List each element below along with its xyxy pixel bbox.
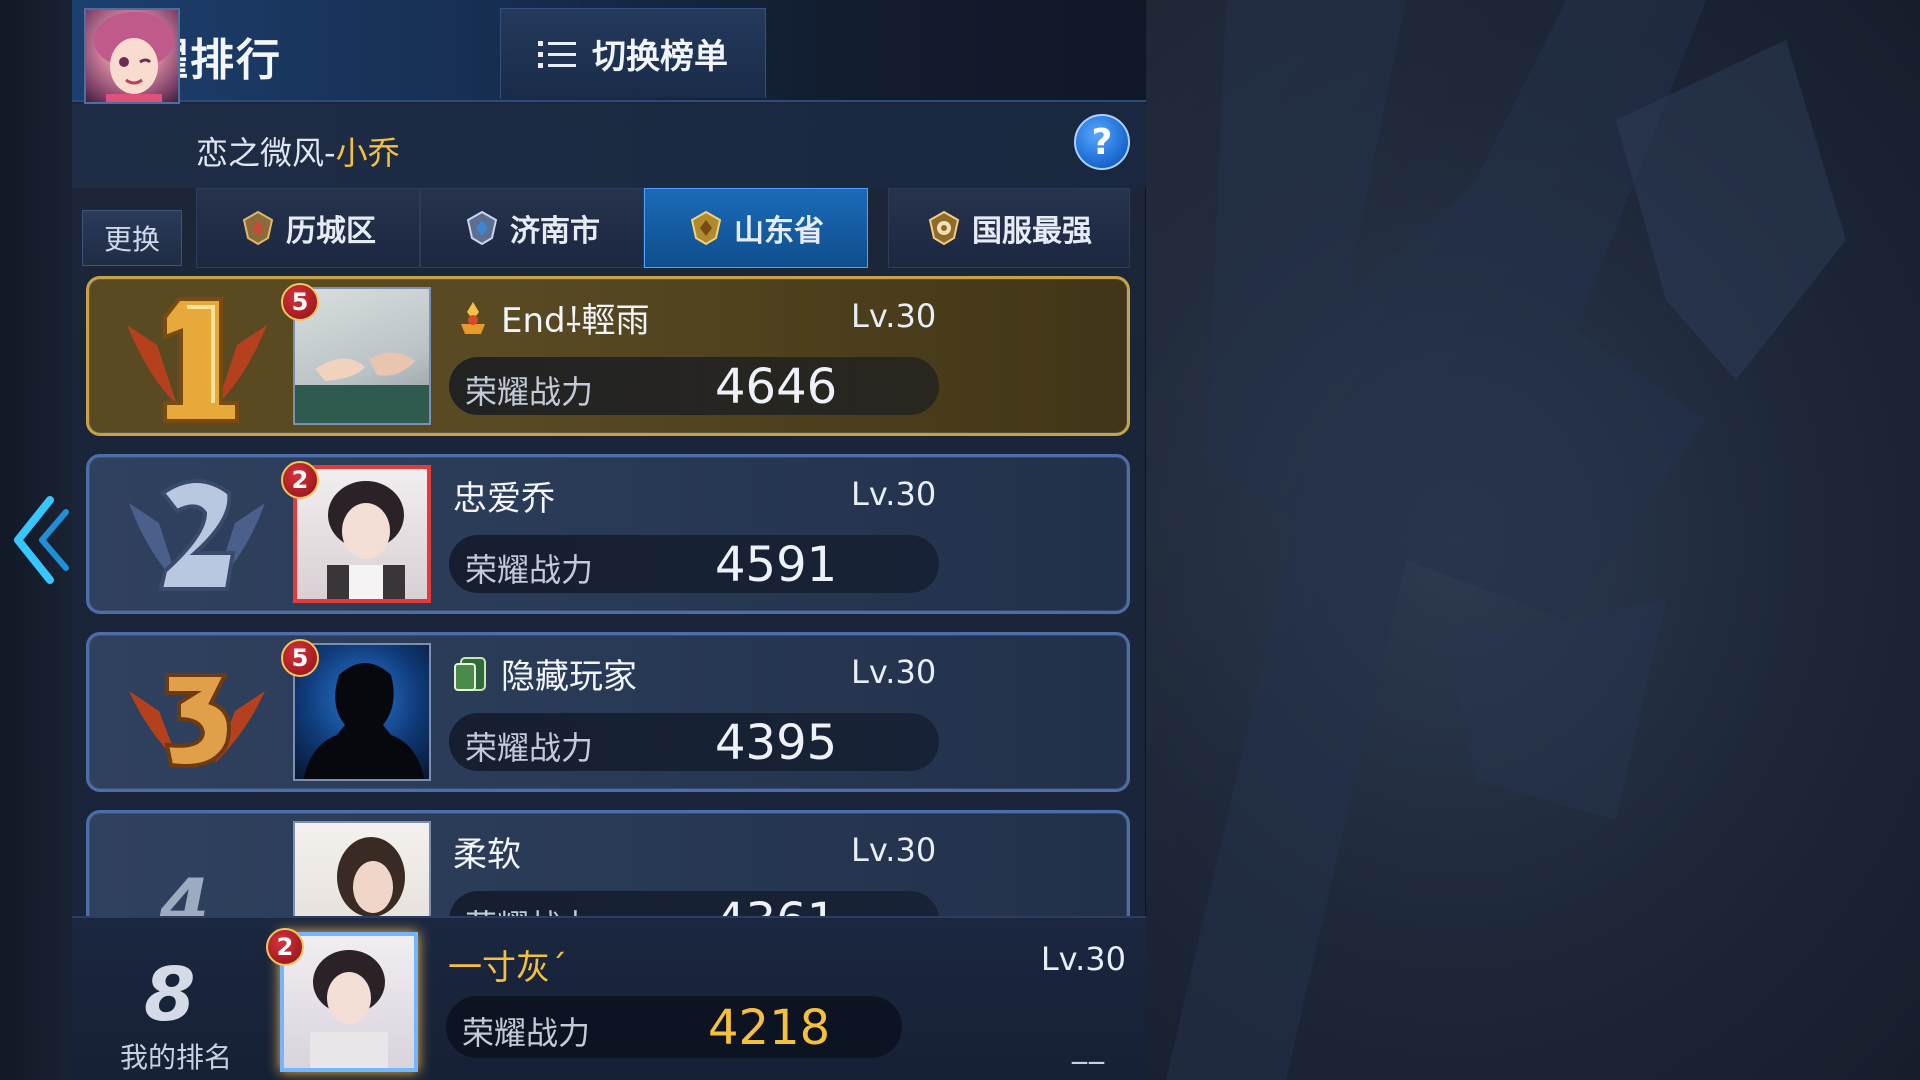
player-name: End⸸輕雨	[453, 293, 650, 342]
power-value: 4395	[715, 715, 838, 771]
city-crest-icon	[466, 210, 498, 246]
hero-name: 恋之微风-小乔	[196, 134, 400, 172]
power-value: 4591	[715, 537, 838, 593]
tab-province-label: 山东省	[734, 214, 824, 249]
gold-title-icon	[461, 301, 485, 334]
ranking-list[interactable]: 5 End⸸輕雨 Lv.30 荣耀战力 4646 2 忠爱乔 Lv.30 荣耀战…	[86, 272, 1130, 916]
power-bar: 荣耀战力 4361	[449, 891, 939, 916]
hero-avatar[interactable]	[84, 8, 180, 104]
national-crest-icon	[928, 210, 960, 246]
district-crest-icon	[242, 210, 274, 246]
province-crest-icon	[690, 210, 722, 246]
ranking-row[interactable]: 4 柔软 Lv.30 荣耀战力 4361	[86, 810, 1130, 916]
help-button[interactable]: ?	[1074, 114, 1130, 170]
hidden-player-icon	[454, 656, 486, 691]
back-arrow-icon[interactable]	[10, 490, 70, 590]
player-level: Lv.30	[851, 475, 937, 513]
left-strip	[0, 0, 72, 1080]
hero-row: 恋之微风-小乔 ?	[72, 104, 1146, 188]
tab-national-label: 国服最强	[972, 214, 1092, 249]
my-power-bar: 荣耀战力 4218	[446, 996, 902, 1058]
player-level: Lv.30	[851, 831, 937, 869]
my-power-label: 荣耀战力	[462, 1014, 591, 1052]
power-bar: 荣耀战力 4646	[449, 357, 939, 415]
my-rank-change: __	[1072, 1030, 1106, 1065]
background-art	[1146, 0, 1920, 1080]
level-badge: 2	[281, 461, 319, 499]
player-portrait[interactable]	[293, 821, 431, 916]
tab-city-label: 济南市	[510, 214, 600, 249]
switch-list-button[interactable]: 切换榜单	[500, 8, 766, 98]
level-badge: 5	[281, 283, 319, 321]
tab-city[interactable]: 济南市	[420, 188, 644, 268]
header: 荣耀排行 切换榜单	[72, 0, 1146, 102]
my-ranking: 8 我的排名 2 一寸灰´ Lv.30 荣耀战力 4218 __	[72, 916, 1146, 1080]
my-rank-label: 我的排名	[120, 1041, 233, 1074]
player-name: 忠爱乔	[453, 479, 555, 519]
level-badge: 5	[281, 639, 319, 677]
my-rank-number: 8	[144, 952, 196, 1038]
player-name: 柔软	[453, 835, 521, 875]
power-label: 荣耀战力	[465, 373, 594, 411]
power-label: 荣耀战力	[465, 901, 593, 916]
power-label: 荣耀战力	[465, 551, 594, 589]
power-value: 4646	[715, 359, 838, 415]
my-player-level: Lv.30	[1040, 940, 1126, 978]
my-level-badge: 2	[266, 928, 304, 966]
power-value: 4361	[715, 893, 837, 916]
ranking-panel: 荣耀排行 切换榜单 恋之微风-小乔 ? 更换 历城区 济南市 山东省 国服最强 …	[72, 0, 1146, 1080]
tab-national[interactable]: 国服最强	[888, 188, 1130, 268]
tab-province[interactable]: 山东省	[644, 188, 868, 268]
player-level: Lv.30	[851, 653, 937, 691]
ranking-row[interactable]: 2 忠爱乔 Lv.30 荣耀战力 4591	[86, 454, 1130, 614]
my-player-name: 一寸灰´	[448, 948, 567, 988]
rank-number: 4	[159, 863, 210, 916]
tab-district-label: 历城区	[286, 214, 376, 249]
ranking-row[interactable]: 5 隐藏玩家 Lv.30 荣耀战力 4395	[86, 632, 1130, 792]
rank-3-emblem-icon	[129, 673, 265, 768]
list-icon	[538, 40, 576, 68]
my-power-value: 4218	[708, 1000, 831, 1056]
power-bar: 荣耀战力 4395	[449, 713, 939, 771]
tab-district[interactable]: 历城区	[196, 188, 420, 268]
power-label: 荣耀战力	[465, 729, 594, 767]
ranking-row[interactable]: 5 End⸸輕雨 Lv.30 荣耀战力 4646	[86, 276, 1130, 436]
switch-list-label: 切换榜单	[592, 37, 728, 77]
rank-1-emblem-icon	[127, 297, 267, 423]
player-level: Lv.30	[851, 297, 937, 335]
player-name: 隐藏玩家	[453, 649, 637, 698]
power-bar: 荣耀战力 4591	[449, 535, 939, 593]
rank-2-emblem-icon	[129, 479, 265, 591]
change-hero-button[interactable]: 更换	[82, 210, 182, 266]
